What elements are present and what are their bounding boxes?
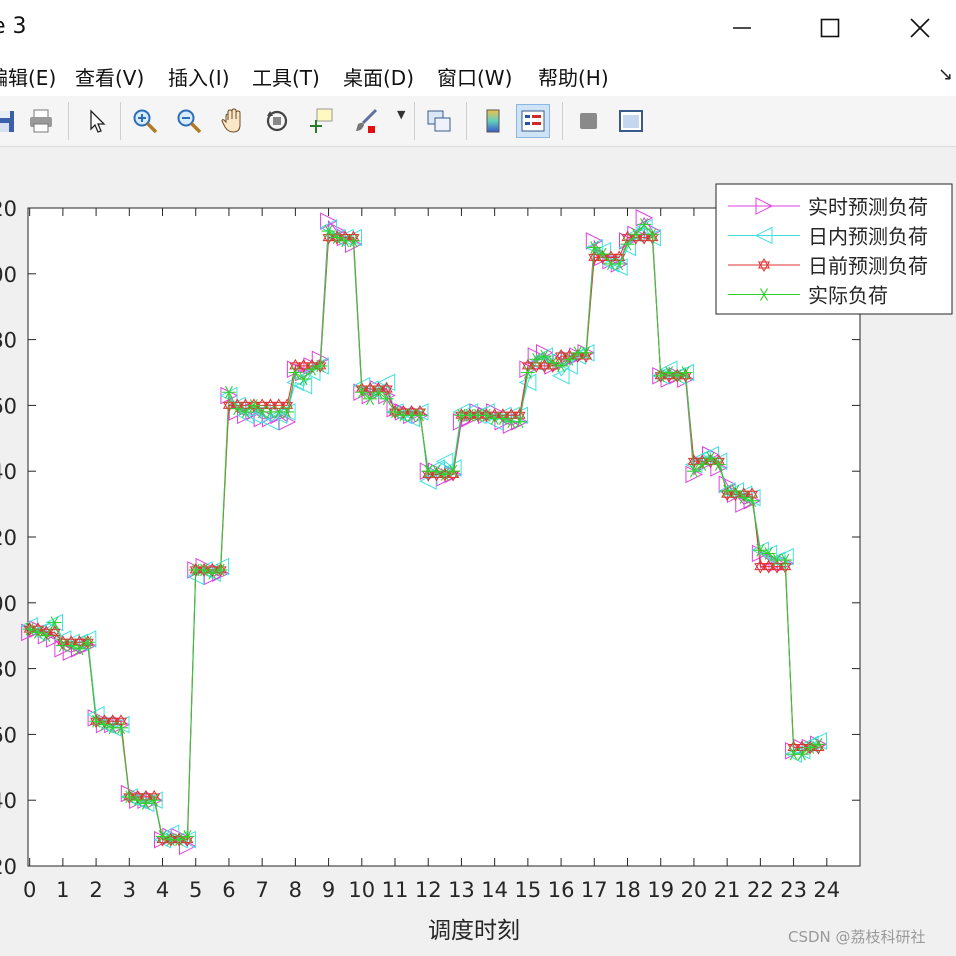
legend-label: 实际负荷	[808, 284, 888, 308]
y-tick-label: 00	[0, 263, 17, 287]
x-tick-label: 3	[123, 878, 136, 902]
y-tick-label: 20	[0, 526, 17, 550]
y-tick-label: 60	[0, 394, 17, 418]
x-tick-label: 13	[448, 878, 475, 902]
x-tick-label: 14	[481, 878, 508, 902]
legend-label: 日前预测负荷	[808, 254, 928, 278]
x-tick-label: 9	[322, 878, 335, 902]
x-tick-label: 1	[56, 878, 69, 902]
x-axis-label: 调度时刻	[428, 918, 520, 944]
x-tick-label: 21	[714, 878, 741, 902]
y-tick-label: 80	[0, 329, 17, 353]
y-tick-label: 60	[0, 723, 17, 747]
y-tick-label: 20	[0, 855, 17, 879]
x-tick-label: 17	[581, 878, 608, 902]
x-tick-label: 19	[647, 878, 674, 902]
legend: 实时预测负荷日内预测负荷日前预测负荷实际负荷	[715, 183, 953, 315]
x-tick-label: 8	[289, 878, 302, 902]
x-tick-label: 16	[548, 878, 575, 902]
y-tick-label: 80	[0, 658, 17, 682]
x-tick-label: 5	[189, 878, 202, 902]
x-tick-label: 7	[255, 878, 268, 902]
x-tick-label: 24	[813, 878, 840, 902]
x-tick-label: 23	[780, 878, 807, 902]
x-tick-label: 22	[747, 878, 774, 902]
x-tick-label: 18	[614, 878, 641, 902]
x-tick-label: 0	[23, 878, 36, 902]
x-tick-label: 6	[222, 878, 235, 902]
y-tick-label: 20	[0, 197, 17, 221]
x-tick-label: 20	[681, 878, 708, 902]
x-tick-label: 12	[415, 878, 442, 902]
x-tick-label: 4	[156, 878, 169, 902]
legend-label: 实时预测负荷	[808, 195, 928, 219]
x-tick-label: 15	[514, 878, 541, 902]
y-tick-label: 00	[0, 592, 17, 616]
y-tick-label: 40	[0, 460, 17, 484]
load-forecast-chart[interactable]: 0 1 2 3 4 5 6 7 8 9 10 11 12 13 14 15 16 17 18 19 20 21 22 23 24…	[0, 0, 956, 956]
x-tick-label: 2	[89, 878, 102, 902]
y-tick-label: 40	[0, 789, 17, 813]
watermark: CSDN @荔枝科研社	[788, 928, 926, 946]
x-tick-label: 10	[348, 878, 375, 902]
x-tick-label: 11	[382, 878, 409, 902]
legend-label: 日内预测负荷	[808, 225, 928, 249]
